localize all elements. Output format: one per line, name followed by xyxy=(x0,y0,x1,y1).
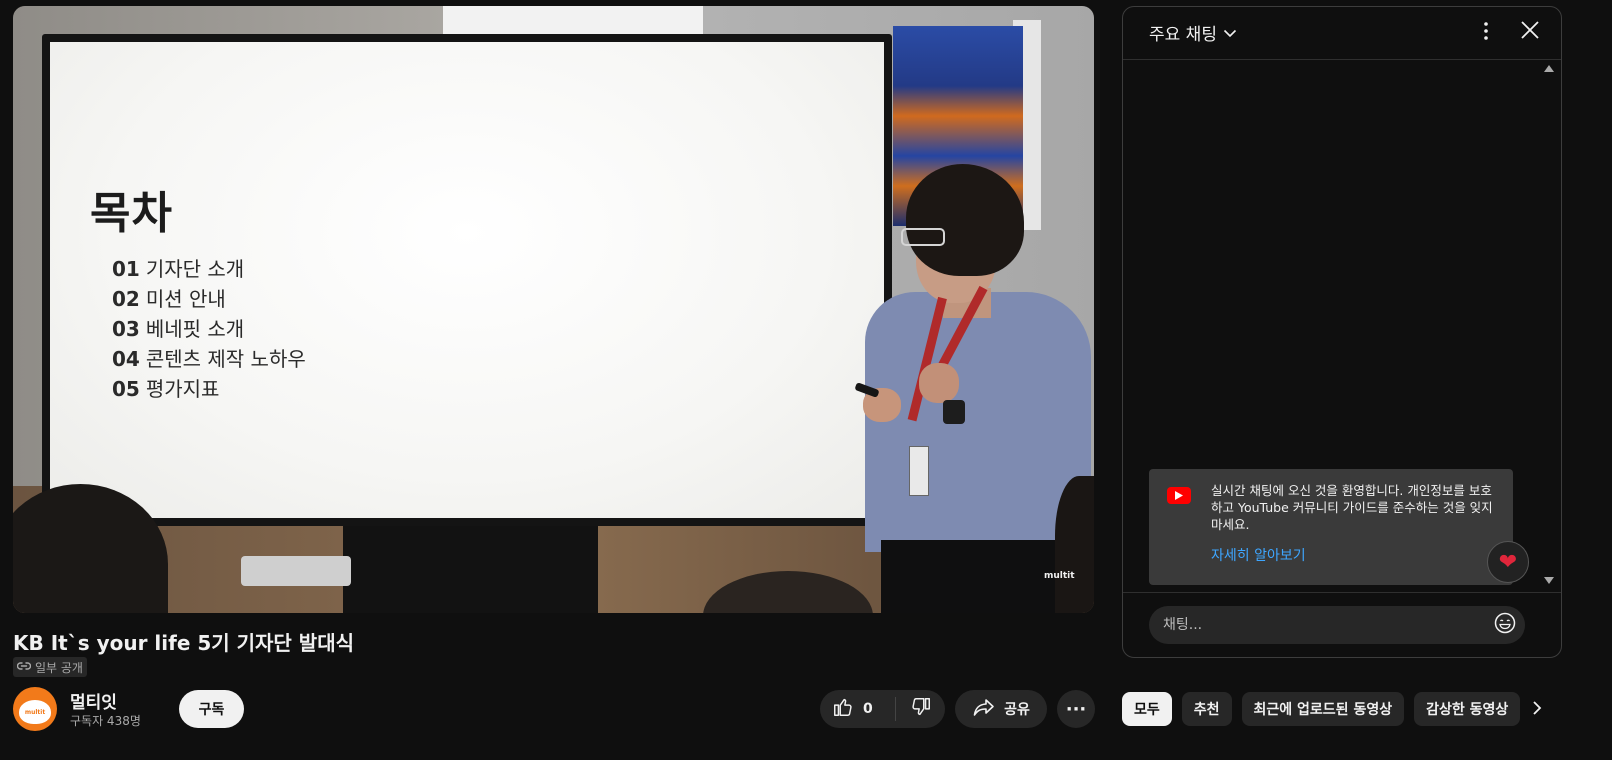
video-title: KB It`s your life 5기 기자단 발대식 xyxy=(13,631,354,655)
link-icon xyxy=(16,660,32,674)
smiley-icon xyxy=(1494,612,1516,638)
wristwatch xyxy=(943,400,965,424)
id-badge xyxy=(909,446,929,496)
window-light xyxy=(443,6,703,36)
like-button[interactable]: 0 xyxy=(820,690,895,728)
youtube-logo-icon xyxy=(1167,487,1191,504)
presenter-hand xyxy=(919,363,959,403)
chat-mode-dropdown[interactable]: 주요 채팅 xyxy=(1149,20,1237,45)
privacy-label: 일부 공개 xyxy=(35,660,83,675)
live-chat-panel: 주요 채팅 실시간 채팅에 오신 것을 환영합니다. 개인정보를 보호하고 Yo… xyxy=(1122,6,1562,658)
dislike-button[interactable] xyxy=(896,690,945,728)
chat-mode-label: 주요 채팅 xyxy=(1149,25,1217,45)
chat-footer xyxy=(1123,592,1561,657)
close-icon xyxy=(1520,20,1540,44)
chat-close-button[interactable] xyxy=(1517,19,1543,45)
presenter-hair xyxy=(906,164,1024,276)
channel-logo: multit xyxy=(19,700,51,724)
tv-stand xyxy=(343,521,598,613)
channel-name[interactable]: 멀티잇 xyxy=(70,688,117,713)
chat-welcome-message: 실시간 채팅에 오신 것을 환영합니다. 개인정보를 보호하고 YouTube … xyxy=(1149,469,1513,585)
presenter-glasses xyxy=(901,228,945,246)
desk-device xyxy=(241,556,351,586)
video-watermark: multit xyxy=(1044,571,1075,581)
chat-input[interactable] xyxy=(1149,606,1525,644)
chat-header: 주요 채팅 xyxy=(1123,7,1561,60)
thumbs-down-icon xyxy=(910,696,932,722)
subscriber-count: 구독자 438명 xyxy=(70,714,141,728)
agenda-item: 03 베네핏 소개 xyxy=(112,317,245,341)
agenda-item: 04 콘텐츠 제작 노하우 xyxy=(112,347,306,371)
share-icon xyxy=(972,697,996,721)
presenter-pants xyxy=(881,540,1057,613)
agenda-item: 01 기자단 소개 xyxy=(112,257,245,281)
chip-recommended[interactable]: 추천 xyxy=(1181,692,1232,726)
chip-watched[interactable]: 감상한 동영상 xyxy=(1414,692,1521,726)
chip-recently-uploaded[interactable]: 최근에 업로드된 동영상 xyxy=(1241,692,1405,726)
thumbs-up-icon xyxy=(832,696,854,722)
kebab-icon xyxy=(1484,22,1488,44)
video-player[interactable]: 목차 01 기자단 소개 02 미션 안내 03 베네핏 소개 04 콘텐츠 제작 노하… xyxy=(13,6,1094,613)
chat-menu-button[interactable] xyxy=(1479,21,1493,45)
scroll-up-arrow-icon[interactable] xyxy=(1543,65,1555,75)
channel-avatar[interactable]: multit xyxy=(13,687,57,731)
like-count: 0 xyxy=(863,701,873,717)
slide: 목차 01 기자단 소개 02 미션 안내 03 베네핏 소개 04 콘텐츠 제작 노하… xyxy=(50,42,884,518)
slide-title: 목차 xyxy=(90,188,173,239)
chip-all[interactable]: 모두 xyxy=(1122,692,1172,726)
emoji-button[interactable] xyxy=(1493,612,1517,638)
related-filter-chips: 모두 추천 최근에 업로드된 동영상 감상한 동영상 xyxy=(1122,692,1522,728)
chevron-right-icon xyxy=(1532,700,1542,720)
more-actions-button[interactable]: ··· xyxy=(1057,690,1095,728)
subscribe-button[interactable]: 구독 xyxy=(179,690,244,728)
welcome-text: 실시간 채팅에 오신 것을 환영합니다. 개인정보를 보호하고 YouTube … xyxy=(1211,483,1493,532)
slide-agenda: 01 기자단 소개 02 미션 안내 03 베네핏 소개 04 콘텐츠 제작 노하우 0… xyxy=(112,254,306,404)
chips-next-button[interactable] xyxy=(1522,692,1552,728)
learn-more-link[interactable]: 자세히 알아보기 xyxy=(1211,545,1306,565)
share-label: 공유 xyxy=(1004,702,1030,718)
agenda-item: 02 미션 안내 xyxy=(112,287,226,311)
like-dislike-group: 0 xyxy=(820,690,945,728)
heart-reaction-icon[interactable]: ❤ xyxy=(1487,541,1529,583)
agenda-item: 05 평가지표 xyxy=(112,377,220,401)
scroll-down-arrow-icon[interactable] xyxy=(1543,577,1555,587)
share-button[interactable]: 공유 xyxy=(955,690,1047,728)
privacy-badge: 일부 공개 xyxy=(13,657,87,677)
presentation-screen: 목차 01 기자단 소개 02 미션 안내 03 베네핏 소개 04 콘텐츠 제작 노하… xyxy=(42,34,892,526)
chevron-down-icon xyxy=(1223,23,1237,43)
audience-head xyxy=(1055,476,1094,613)
